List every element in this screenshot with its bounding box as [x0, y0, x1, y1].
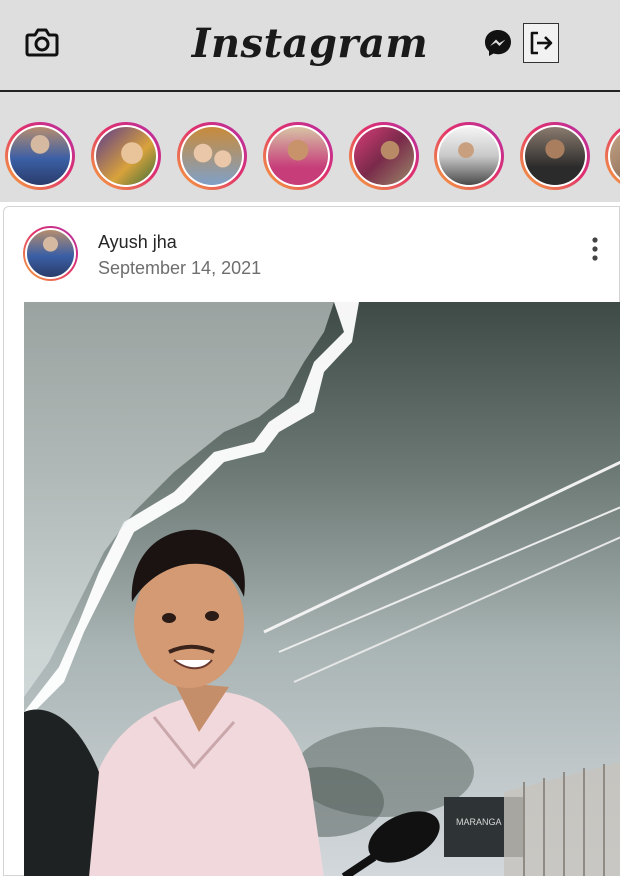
- story-avatar[interactable]: [520, 122, 590, 190]
- story-avatar[interactable]: [605, 122, 620, 190]
- more-vertical-icon[interactable]: [585, 235, 605, 263]
- stories-strip: [0, 92, 620, 202]
- top-bar: Instagram: [0, 0, 620, 92]
- story-avatar[interactable]: [349, 122, 419, 190]
- post-username[interactable]: Ayush jha: [98, 232, 177, 253]
- story-avatar[interactable]: [5, 122, 75, 190]
- logout-icon: [530, 31, 553, 55]
- svg-text:MARANGA: MARANGA: [456, 817, 502, 827]
- post-author-avatar[interactable]: [23, 226, 78, 281]
- photo-illustration: MARANGA: [24, 302, 620, 876]
- story-avatar[interactable]: [434, 122, 504, 190]
- logout-button[interactable]: [523, 23, 559, 63]
- story-avatar[interactable]: [177, 122, 247, 190]
- post-card: Ayush jha September 14, 2021 MARANGA: [3, 206, 620, 876]
- post-photo[interactable]: MARANGA: [24, 302, 620, 876]
- messenger-icon[interactable]: [482, 27, 514, 59]
- camera-icon[interactable]: [22, 24, 62, 60]
- instagram-logo[interactable]: Instagram: [192, 8, 428, 78]
- post-header: Ayush jha September 14, 2021: [4, 207, 620, 302]
- story-avatar[interactable]: [263, 122, 333, 190]
- post-date: September 14, 2021: [98, 258, 262, 278]
- story-avatar[interactable]: [91, 122, 161, 190]
